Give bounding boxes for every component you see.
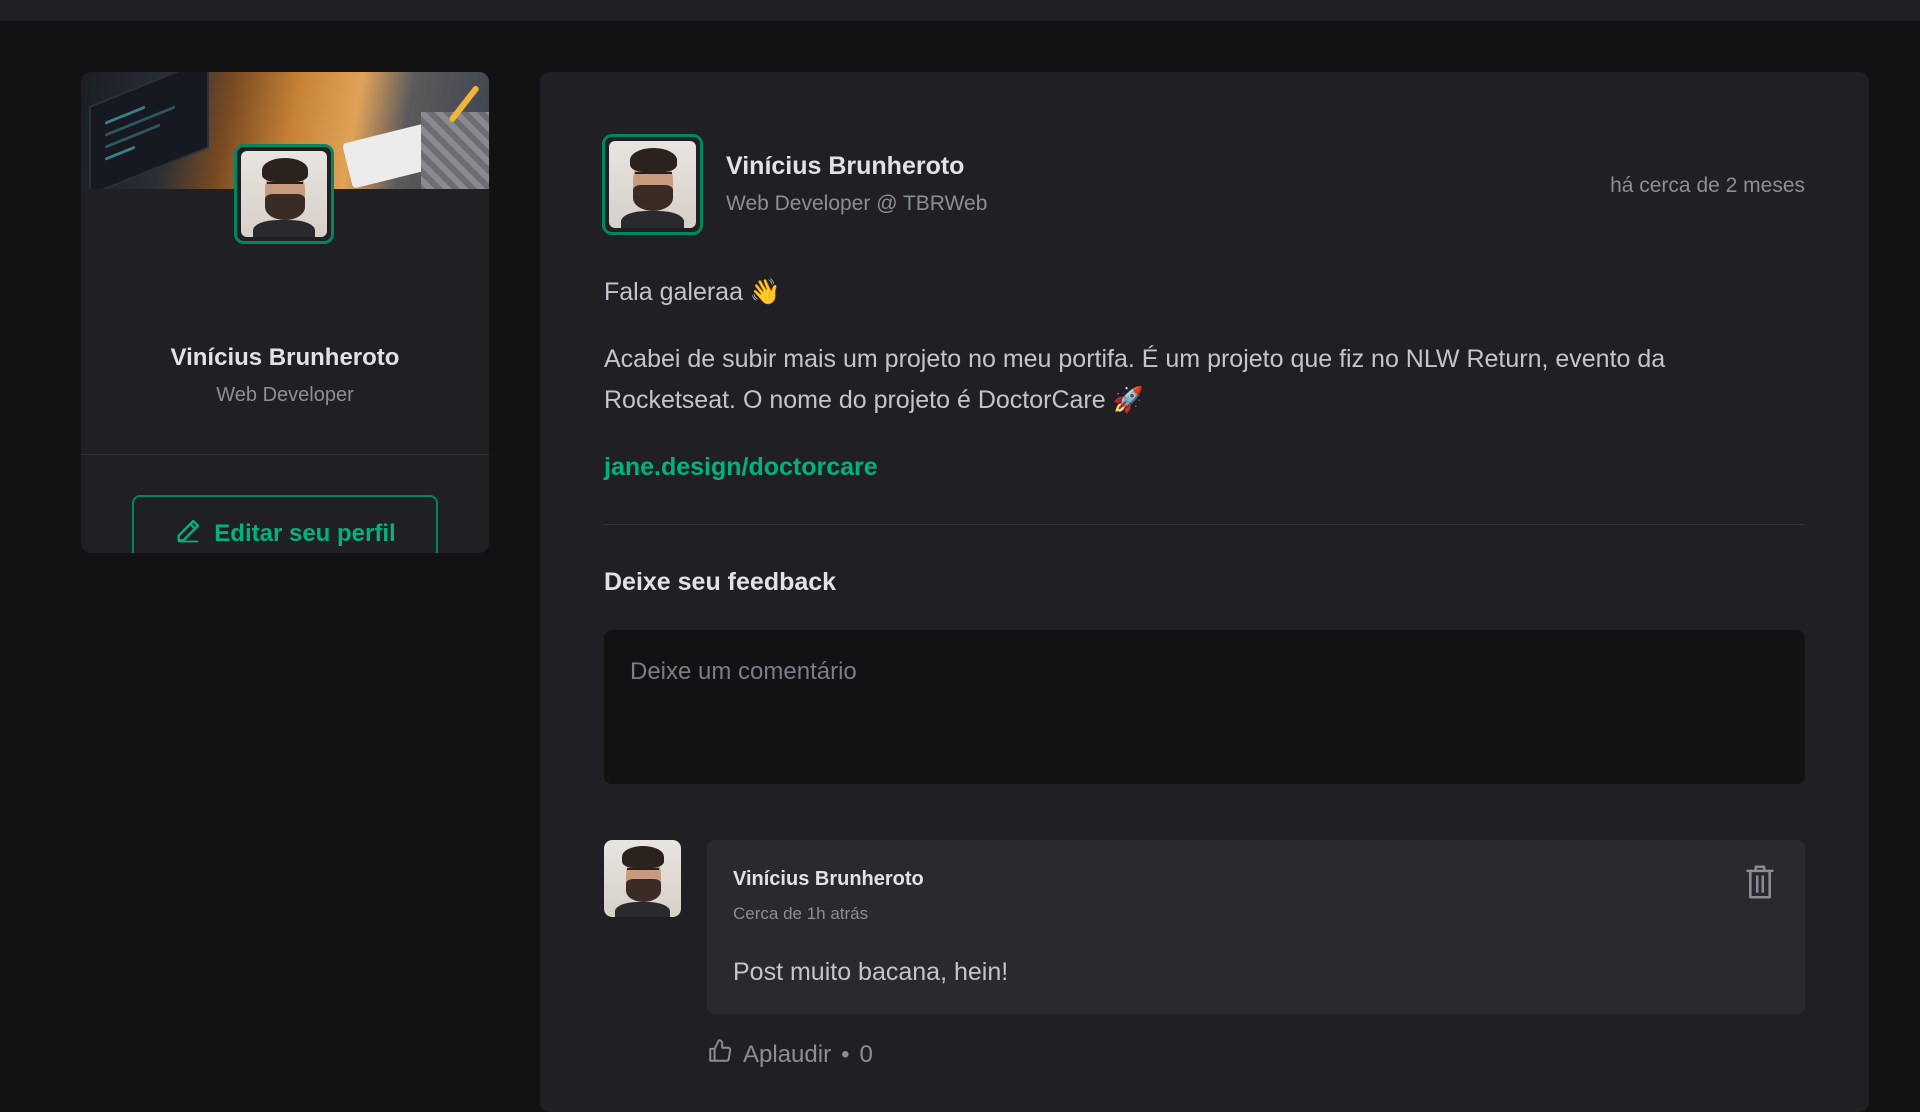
post-link[interactable]: jane.design/doctorcare [604,453,878,481]
comment-timestamp: Cerca de 1h atrás [733,904,869,923]
pencil-icon [174,517,202,552]
feedback-title: Deixe seu feedback [604,568,837,596]
top-bar [0,0,1920,21]
profile-name: Vinícius Brunheroto [170,344,400,371]
sidebar-divider [81,454,489,455]
post-card: Vinícius Brunheroto Web Developer @ TBRW… [540,72,1869,1112]
post-paragraph: Acabei de subir mais um projeto no meu p… [604,345,1666,414]
profile-sidebar: Vinícius Brunheroto Web Developer Editar… [81,72,489,553]
post-author-role: Web Developer @ TBRWeb [726,192,988,215]
comment-author-avatar[interactable] [604,840,681,917]
trash-icon [1743,865,1777,903]
applaud-button[interactable]: Aplaudir • 0 [707,1038,873,1071]
post-content: Fala galeraa 👋 Acabei de subir mais um p… [604,272,1784,514]
post-author-name[interactable]: Vinícius Brunheroto [726,152,964,181]
edit-profile-button[interactable]: Editar seu perfil [132,495,438,553]
post-greeting: Fala galeraa 👋 [604,278,782,306]
edit-profile-label: Editar seu perfil [214,520,396,547]
post-timestamp: há cerca de 2 meses [1610,174,1805,197]
comment-text: Post muito bacana, hein! [733,958,1009,986]
applaud-separator: • [841,1040,850,1068]
post-author-avatar[interactable] [602,134,703,235]
delete-comment-button[interactable] [1743,864,1777,900]
applaud-label: Aplaudir [743,1040,832,1068]
thumbs-up-icon [707,1038,733,1071]
post-divider [604,524,1805,525]
comment-author-name: Vinícius Brunheroto [733,868,924,890]
comment-card: Vinícius Brunheroto Cerca de 1h atrás Po… [707,840,1805,1014]
profile-avatar[interactable] [234,144,334,244]
applaud-count: 0 [859,1040,873,1068]
comment-input[interactable] [604,630,1805,784]
profile-role: Web Developer [216,384,354,406]
